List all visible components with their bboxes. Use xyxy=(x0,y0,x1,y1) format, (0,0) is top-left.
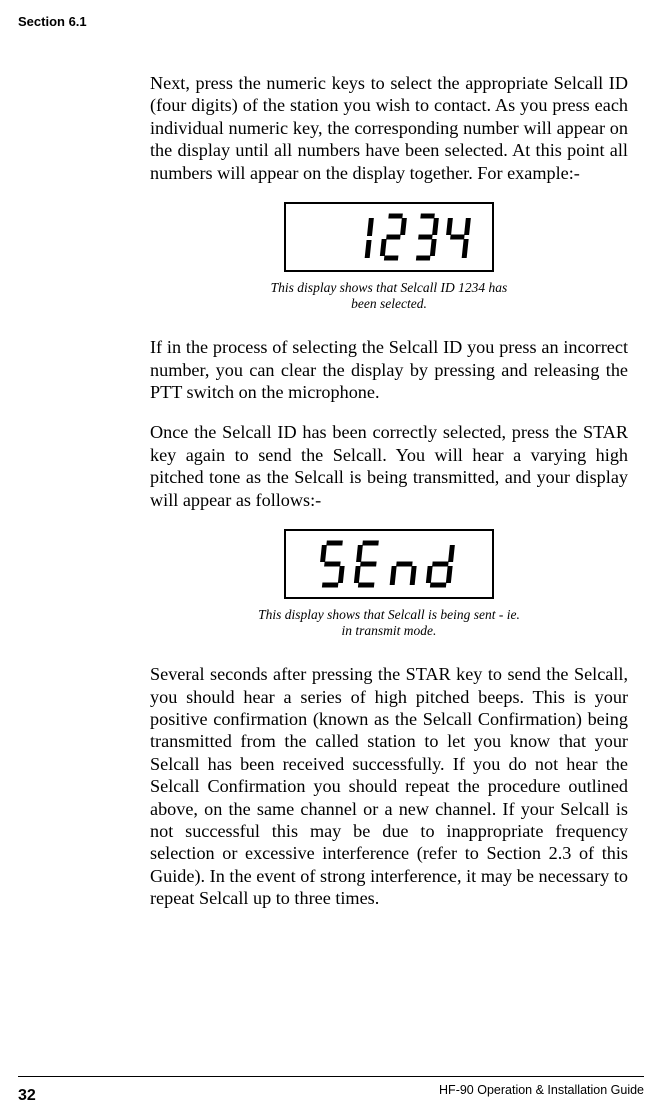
paragraph-1: Next, press the numeric keys to select t… xyxy=(150,72,628,184)
main-content: Next, press the numeric keys to select t… xyxy=(150,72,628,927)
section-header: Section 6.1 xyxy=(18,14,87,29)
paragraph-2: If in the process of selecting the Selca… xyxy=(150,336,628,403)
page-number: 32 xyxy=(18,1087,36,1105)
seven-seg-1234-icon xyxy=(346,212,476,262)
footer-rule xyxy=(18,1076,644,1077)
caption-2-line-b: in transmit mode. xyxy=(342,623,437,638)
paragraph-3: Once the Selcall ID has been correctly s… xyxy=(150,421,628,511)
caption-1-line-b: been selected. xyxy=(351,296,427,311)
caption-1: This display shows that Selcall ID 1234 … xyxy=(150,280,628,312)
caption-1-line-a: This display shows that Selcall ID 1234 … xyxy=(271,280,508,295)
footer-title: HF-90 Operation & Installation Guide xyxy=(439,1083,644,1097)
lcd-display-send xyxy=(284,529,494,599)
lcd-display-1234 xyxy=(284,202,494,272)
paragraph-4: Several seconds after pressing the STAR … xyxy=(150,663,628,909)
seven-seg-send-icon xyxy=(314,539,464,589)
caption-2: This display shows that Selcall is being… xyxy=(150,607,628,639)
caption-2-line-a: This display shows that Selcall is being… xyxy=(258,607,520,622)
